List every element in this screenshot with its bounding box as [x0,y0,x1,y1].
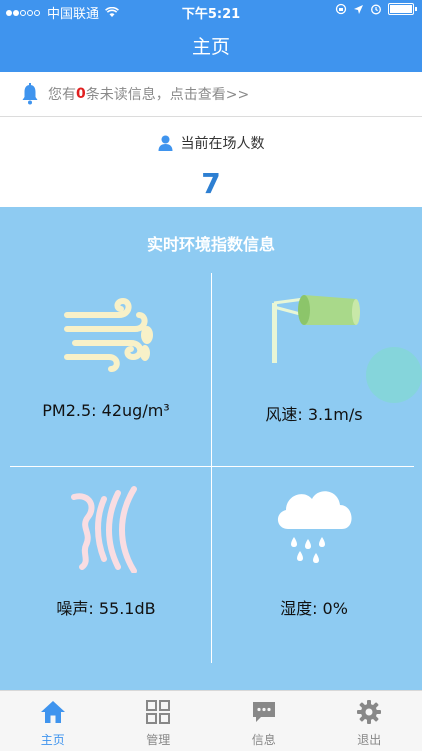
home-icon [40,699,66,725]
tab-messages-label: 信息 [211,731,317,748]
page-title: 主页 [192,36,230,58]
windsock-icon [264,285,364,369]
tab-logout[interactable]: 退出 [317,691,422,751]
humidity-cell[interactable]: 湿度: 0% [214,469,414,659]
orientation-lock-icon [335,3,347,15]
message-icon [251,699,277,725]
notice-suffix: 条未读信息，点击查看>> [86,84,249,104]
environment-title: 实时环境指数信息 [0,231,422,255]
noise-value: 噪声: 55.1dB [6,595,206,619]
alarm-icon [370,3,382,15]
person-icon [158,135,173,151]
rain-cloud-icon [272,479,356,569]
grid-divider-horizontal [10,466,414,467]
grid-icon [145,699,171,725]
floating-assistive-button[interactable] [366,347,422,403]
tab-logout-label: 退出 [317,731,422,748]
location-icon [353,4,364,15]
tab-home-label: 主页 [0,731,106,748]
unread-notice[interactable]: 您有 0 条未读信息，点击查看>> [0,72,422,117]
tab-manage[interactable]: 管理 [106,691,212,751]
wind-speed-value: 风速: 3.1m/s [214,401,414,425]
status-right [335,3,414,15]
humidity-value: 湿度: 0% [214,595,414,619]
people-count-label: 当前在场人数 [181,133,265,153]
noise-cell[interactable]: 噪声: 55.1dB [6,469,206,659]
people-count-value: 7 [0,167,422,200]
nav-bar: 主页 [0,22,422,72]
status-bar: 中国联通 下午5:21 [0,0,422,22]
tab-manage-label: 管理 [106,731,212,748]
tab-home[interactable]: 主页 [0,691,106,751]
people-count-panel: 当前在场人数 7 [0,117,422,207]
pm25-cell[interactable]: PM2.5: 42ug/m³ [6,277,206,463]
grid-divider-vertical [211,273,212,663]
pm25-value: PM2.5: 42ug/m³ [6,401,206,420]
unread-count: 0 [76,86,86,102]
sound-wave-icon [66,483,150,573]
tab-messages[interactable]: 信息 [211,691,317,751]
notice-prefix: 您有 [48,84,76,104]
tab-bar: 主页 管理 信息 退出 [0,690,422,751]
environment-panel: 实时环境指数信息 PM2.5: 42ug/m³ 风速: 3.1m/s [0,207,422,690]
wind-swirl-icon [61,291,155,375]
gear-icon [356,699,382,725]
battery-icon [388,3,414,15]
bell-icon [22,83,38,105]
